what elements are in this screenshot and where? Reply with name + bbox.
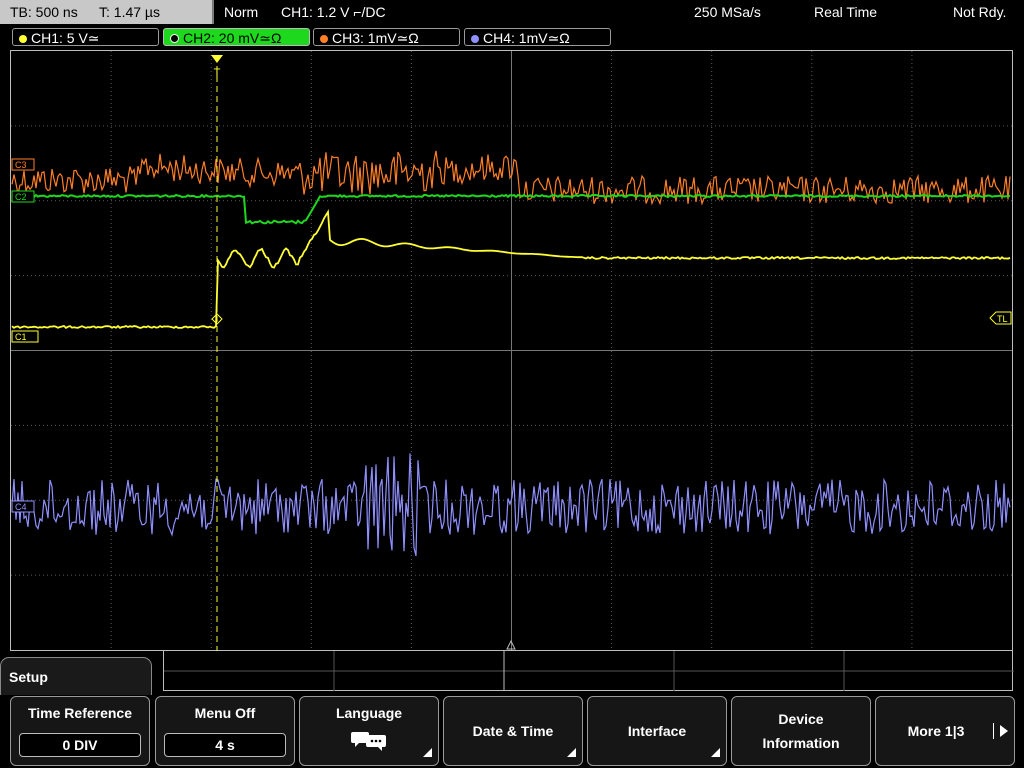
trigger-position-marker-icon[interactable]: T <box>211 55 223 79</box>
submenu-arrow-icon <box>567 748 576 757</box>
svg-text:C3: C3 <box>15 160 27 170</box>
more-page-label: More 1|3 <box>907 723 965 739</box>
interface-softkey[interactable]: Interface <box>587 696 727 766</box>
time-reference-label: Time Reference <box>27 705 132 721</box>
device-information-softkey[interactable]: Device Information <box>731 696 871 766</box>
waveform-canvas: T C3 C2 C1 C4 TL <box>11 51 1012 651</box>
menu-off-label: Menu Off <box>194 705 256 721</box>
device-information-label-line1: Device <box>778 711 824 727</box>
date-time-softkey[interactable]: Date & Time <box>443 696 583 766</box>
more-softkey[interactable]: More 1|3 <box>875 696 1015 766</box>
svg-text:C2: C2 <box>15 192 27 202</box>
ch3-reference-marker[interactable]: C3 <box>11 158 35 171</box>
date-time-label: Date & Time <box>472 723 554 739</box>
language-label: Language <box>335 705 403 721</box>
time-reference-value[interactable]: 0 DIV <box>19 733 141 757</box>
ch1-reference-marker[interactable]: C1 <box>11 330 39 343</box>
ch2-reference-marker[interactable]: C2 <box>11 190 35 203</box>
svg-text:C1: C1 <box>15 332 27 342</box>
svg-text:C4: C4 <box>15 502 27 512</box>
speech-bubbles-icon <box>351 732 386 751</box>
menu-off-softkey[interactable]: Menu Off 4 s <box>155 696 295 766</box>
submenu-arrow-icon <box>423 748 432 757</box>
language-softkey[interactable]: Language <box>299 696 439 766</box>
time-reference-softkey[interactable]: Time Reference 0 DIV <box>10 696 150 766</box>
ch4-reference-marker[interactable]: C4 <box>11 500 35 513</box>
svg-text:T: T <box>214 67 221 79</box>
next-page-arrow-icon <box>1000 725 1008 737</box>
menu-title: Setup <box>0 657 152 695</box>
submenu-arrow-icon <box>711 748 720 757</box>
trigger-level-marker[interactable]: TL <box>989 311 1012 325</box>
info-grid-area <box>163 651 1014 691</box>
page-divider <box>993 723 994 739</box>
interface-label: Interface <box>627 723 687 739</box>
device-information-label-line2: Information <box>762 735 840 751</box>
menu-off-value[interactable]: 4 s <box>164 733 286 757</box>
graticule-grid <box>11 51 1012 650</box>
svg-text:TL: TL <box>997 314 1008 324</box>
